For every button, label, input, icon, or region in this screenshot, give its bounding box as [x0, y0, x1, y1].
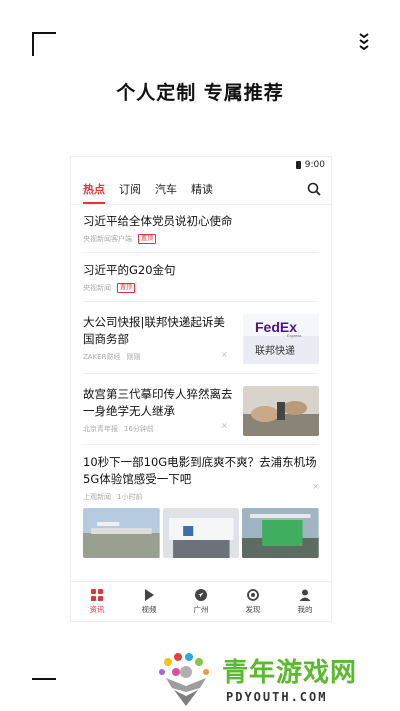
chevron-down-icon[interactable] [358, 32, 370, 52]
tab-subscribe[interactable]: 订阅 [119, 181, 141, 197]
nav-label: 广州 [193, 604, 209, 614]
brand-name: 青年游戏网 [222, 658, 358, 688]
nav-local[interactable]: 广州 [193, 588, 209, 615]
fedex-cn-text: 联邦快递 [255, 344, 295, 357]
news-list: 习近平给全体党员说初心使命 央视新闻客户端 置顶 习近平的G20金句 央视新闻 … [71, 205, 331, 558]
news-title: 大公司快报|联邦快递起诉美国商务部 [83, 315, 225, 346]
user-icon [299, 589, 311, 601]
phone-mockup: 9:00 热点 订阅 汽车 精读 习近平给全体党员说初心使命 央视新闻客户端 置… [70, 156, 332, 622]
brand-logo-icon [159, 653, 209, 706]
news-source: 北京青年报 [83, 425, 118, 433]
news-thumbnail: FedEx Express 联邦快递 [243, 314, 319, 364]
nav-label: 视频 [141, 604, 157, 614]
grid-icon [91, 588, 103, 601]
news-image [242, 508, 320, 558]
news-time: 刚刚 [126, 353, 141, 361]
news-source: 央视新闻 [83, 284, 111, 292]
pinned-badge: 置顶 [117, 283, 136, 293]
tab-featured[interactable]: 精读 [191, 181, 213, 197]
battery-icon [295, 161, 301, 169]
news-item[interactable]: 故宫第三代摹印传人猝然离去 一身绝学无人继承 北京青年报 16分钟前 × [83, 374, 319, 445]
news-source: ZAKER财经 [83, 353, 121, 361]
news-item[interactable]: 大公司快报|联邦快递起诉美国商务部 ZAKER财经 刚刚 × FedEx Exp… [83, 302, 319, 374]
play-icon [145, 588, 154, 601]
news-time: 16分钟前 [124, 425, 154, 433]
news-item[interactable]: 10秒下一部10G电影到底爽不爽？去浦东机场5G体验馆感受一下吧 上观新闻 1小… [83, 445, 320, 558]
news-time: 1小时前 [117, 493, 143, 501]
news-title: 习近平的G20金句 [83, 263, 176, 277]
news-source: 上观新闻 [83, 493, 111, 501]
bottom-nav: 资讯 视频 广州 发现 我的 [71, 581, 331, 621]
search-icon[interactable] [307, 182, 321, 196]
nav-label: 发现 [245, 604, 261, 614]
corner-bracket-top-left [32, 32, 56, 56]
nav-label: 资讯 [89, 604, 105, 614]
nav-news[interactable]: 资讯 [89, 588, 105, 615]
news-thumbnail [243, 386, 319, 436]
news-source: 央视新闻客户端 [83, 235, 132, 243]
news-image [162, 508, 240, 558]
news-item[interactable]: 习近平的G20金句 央视新闻 置顶 [83, 253, 319, 302]
nav-video[interactable]: 视频 [141, 588, 157, 615]
news-title: 习近平给全体党员说初心使命 [83, 214, 233, 228]
tab-hot[interactable]: 热点 [83, 181, 105, 204]
nav-profile[interactable]: 我的 [298, 589, 313, 615]
news-title: 故宫第三代摹印传人猝然离去 一身绝学无人继承 [83, 387, 233, 418]
nav-label: 我的 [297, 604, 313, 614]
dismiss-icon[interactable]: × [312, 482, 319, 491]
status-bar: 9:00 [71, 157, 331, 173]
tab-auto[interactable]: 汽车 [155, 181, 177, 197]
tab-bar: 热点 订阅 汽车 精读 [71, 173, 331, 205]
image-row [83, 508, 320, 558]
page-headline: 个人定制 专属推荐 [116, 82, 284, 104]
location-arrow-icon [195, 588, 207, 601]
nav-discover[interactable]: 发现 [245, 588, 261, 615]
status-time: 9:00 [304, 160, 325, 170]
news-item[interactable]: 习近平给全体党员说初心使命 央视新闻客户端 置顶 [83, 205, 319, 253]
brand-url: PDYOUTH.COM [226, 690, 328, 704]
corner-dash-bottom-left [32, 678, 56, 680]
news-title: 10秒下一部10G电影到底爽不爽？去浦东机场5G体验馆感受一下吧 [83, 455, 317, 486]
discover-icon [247, 588, 259, 601]
pinned-badge: 置顶 [138, 234, 157, 244]
news-image [83, 508, 160, 558]
fedex-sub-text: Express [287, 333, 301, 338]
